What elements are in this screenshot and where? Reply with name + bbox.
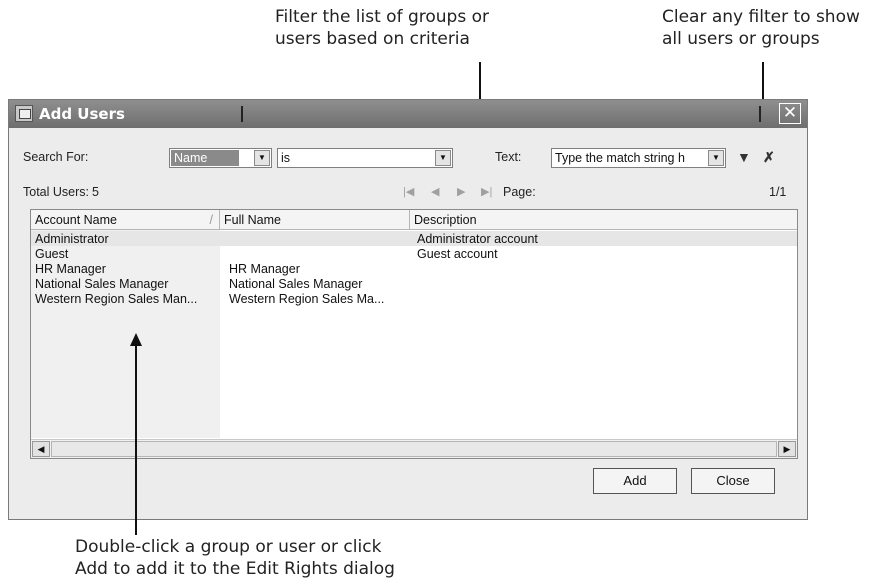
last-page-button[interactable]: ▶| (481, 185, 492, 198)
search-operator-select[interactable]: is ▼ (277, 148, 453, 168)
close-icon[interactable]: ✕ (779, 103, 801, 124)
title-marker (759, 106, 761, 122)
chevron-down-icon[interactable]: ▼ (708, 150, 724, 166)
page-value: 1/1 (769, 185, 787, 199)
dialog-title: Add Users (39, 105, 125, 123)
scroll-left-icon[interactable]: ◀ (32, 441, 50, 457)
column-header-description[interactable]: Description (410, 210, 797, 230)
arrow-doubleclick (135, 345, 137, 535)
add-button[interactable]: Add (593, 468, 677, 494)
title-bar: Add Users ✕ (9, 100, 807, 128)
match-text-combo[interactable]: Type the match string h ▼ (551, 148, 726, 168)
filter-icon[interactable]: ▼ (737, 149, 751, 165)
clear-filter-icon[interactable]: ✗ (763, 149, 775, 166)
prev-page-button[interactable]: ◀ (431, 185, 439, 198)
users-list[interactable]: Account Name / Full Name Description Adm… (30, 209, 798, 459)
horizontal-scrollbar[interactable]: ◀ ▶ (31, 439, 797, 458)
page-label: Page: (503, 185, 536, 199)
scroll-right-icon[interactable]: ▶ (778, 441, 796, 457)
close-button[interactable]: Close (691, 468, 775, 494)
first-page-button[interactable]: |◀ (403, 185, 414, 198)
dialog-icon (15, 105, 33, 122)
text-label: Text: (495, 150, 522, 164)
callout-filter: Filter the list of groups or users based… (275, 7, 489, 49)
column-header-full-name[interactable]: Full Name (220, 210, 410, 230)
total-users-count: 5 (92, 185, 99, 199)
callout-double-click: Double-click a group or user or click Ad… (75, 537, 395, 579)
title-marker (241, 106, 243, 122)
search-for-label: Search For: (23, 150, 89, 164)
sort-indicator-icon: / (209, 213, 213, 227)
column-header-account-name[interactable]: Account Name / (31, 210, 220, 230)
next-page-button[interactable]: ▶ (457, 185, 465, 198)
chevron-down-icon[interactable]: ▼ (435, 150, 451, 166)
chevron-down-icon[interactable]: ▼ (254, 150, 270, 166)
total-users-label: Total Users: (23, 185, 89, 199)
callout-clear-filter: Clear any filter to show all users or gr… (662, 7, 860, 49)
scrollbar-thumb[interactable] (51, 441, 777, 457)
selected-row-highlight (31, 231, 797, 246)
search-field-select[interactable]: Name ▼ (169, 148, 272, 168)
